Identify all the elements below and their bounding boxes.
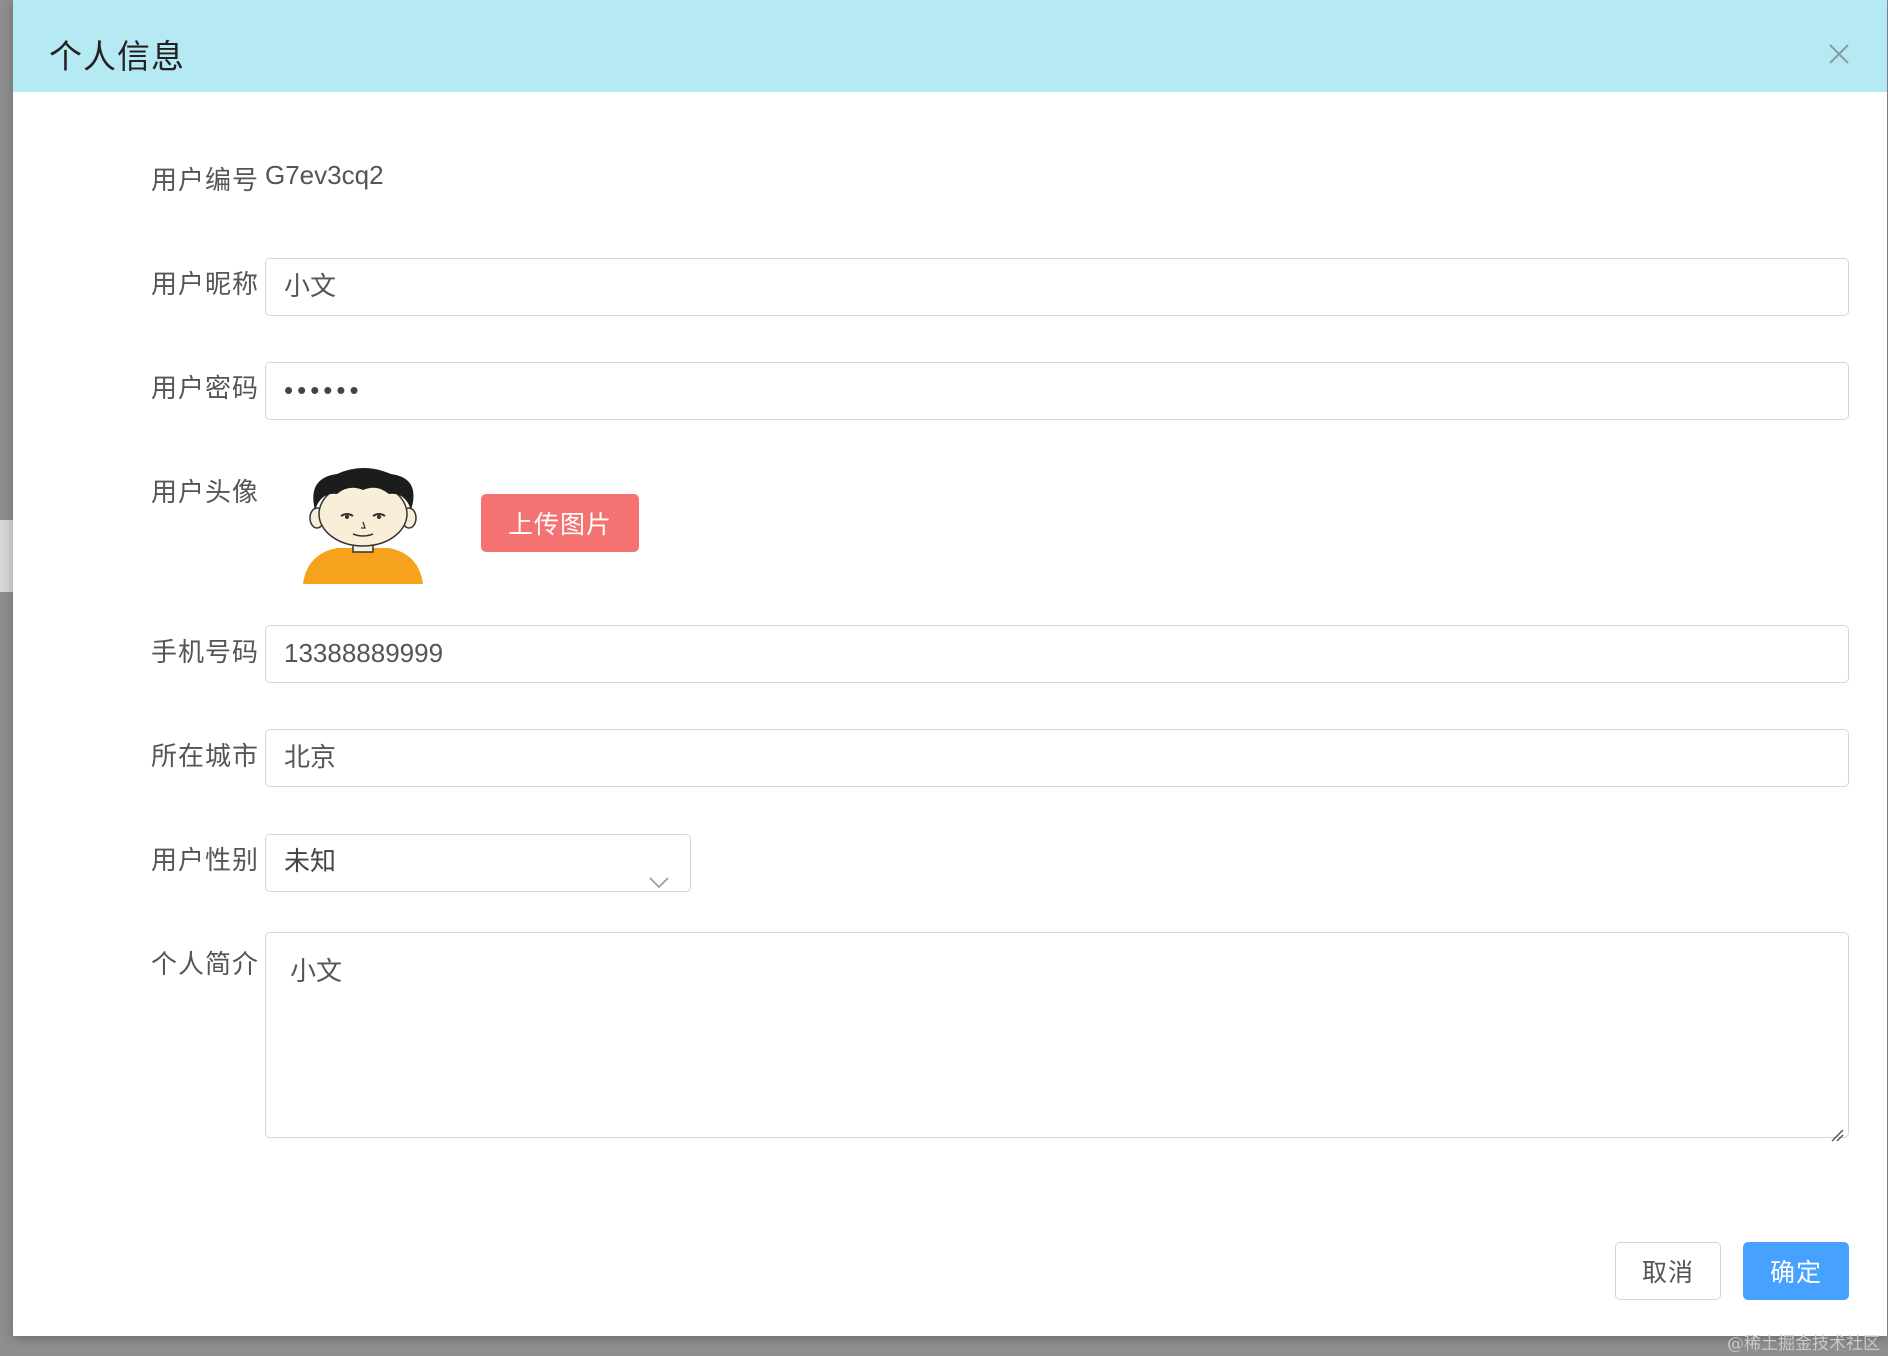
city-label: 所在城市 [150, 742, 259, 772]
bio-text: 小文 [290, 957, 343, 987]
chevron-down-icon [648, 855, 670, 889]
avatar-label: 用户头像 [150, 478, 259, 508]
gender-select[interactable]: 未知 [265, 834, 691, 892]
nickname-input[interactable]: 小文 [265, 258, 1849, 316]
user-id-value: G7ev3cq2 [265, 160, 384, 190]
cancel-button[interactable]: 取消 [1615, 1242, 1721, 1300]
password-label: 用户密码 [150, 374, 259, 404]
backdrop-tab-fragment [0, 520, 14, 592]
password-input[interactable]: •••••• [265, 362, 1849, 420]
personal-info-dialog: 个人信息 用户编号 G7ev3cq2 用户昵称 小文 用户密码 •••••• 用… [13, 0, 1887, 1336]
dialog-header: 个人信息 [13, 0, 1887, 92]
city-input[interactable]: 北京 [265, 729, 1849, 787]
avatar [297, 466, 429, 584]
bio-label: 个人简介 [150, 950, 259, 980]
bio-textarea[interactable]: 小文 [265, 932, 1849, 1142]
backdrop-page-fragment [0, 460, 8, 478]
phone-label: 手机号码 [150, 638, 259, 668]
nickname-label: 用户昵称 [150, 270, 259, 300]
password-mask: •••••• [284, 375, 363, 405]
gender-selected-value: 未知 [284, 847, 337, 877]
dialog-title: 个人信息 [49, 37, 185, 76]
upload-image-button[interactable]: 上传图片 [481, 494, 639, 552]
user-id-label: 用户编号 [150, 166, 259, 196]
close-icon[interactable] [1827, 42, 1851, 66]
gender-label: 用户性别 [150, 846, 259, 876]
watermark: @稀土掘金技术社区 [1727, 1334, 1880, 1354]
resize-handle-icon[interactable] [1830, 1119, 1844, 1142]
phone-input[interactable]: 13388889999 [265, 625, 1849, 683]
confirm-button[interactable]: 确定 [1743, 1242, 1849, 1300]
